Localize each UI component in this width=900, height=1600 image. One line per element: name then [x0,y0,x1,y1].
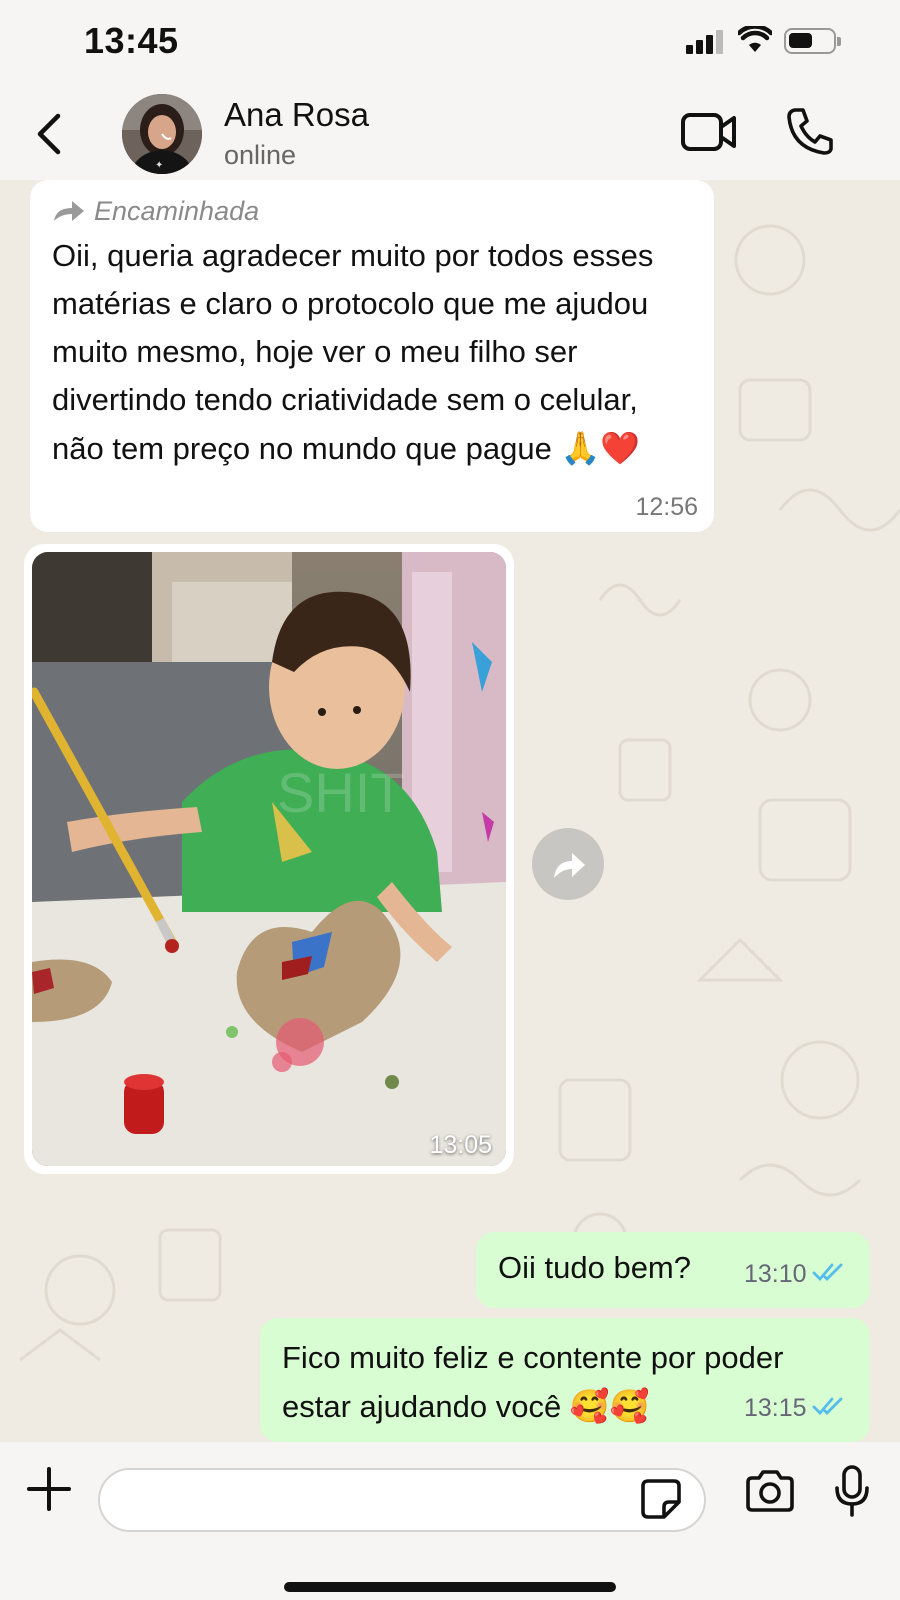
incoming-image-bubble[interactable]: SHIT 13:05 [24,544,514,1174]
svg-text:SHIT: SHIT [277,761,405,824]
message-time: 12:56 [635,493,698,521]
home-indicator [284,1582,616,1592]
read-ticks-icon [812,1263,843,1282]
chat-header: ✦ Ana Rosa online [0,84,900,180]
input-bar [0,1442,900,1600]
chevron-left-icon[interactable] [30,110,70,158]
outgoing-message-bubble[interactable]: Fico muito feliz e contente por poder es… [260,1318,870,1442]
message-text: Oii, queria agradecer muito por todos es… [52,232,692,473]
incoming-message-bubble[interactable]: Encaminhada Oii, queria agradecer muito … [30,180,714,532]
sticker-icon[interactable] [640,1478,682,1520]
forward-icon[interactable] [532,828,604,900]
status-bar: 13:45 [0,0,900,84]
message-time: 13:15 [744,1394,807,1422]
outgoing-message-bubble[interactable]: Oii tudo bem? 13:10 [476,1232,870,1308]
status-time: 13:45 [84,20,179,61]
phone-icon[interactable] [786,106,834,156]
message-body: Fico muito feliz e contente por poder es… [282,1340,784,1424]
message-input[interactable] [98,1468,706,1532]
forward-arrow-icon [54,201,84,221]
read-ticks-icon [812,1397,843,1416]
shared-photo[interactable]: SHIT 13:05 [32,552,506,1166]
forwarded-row: Encaminhada [52,194,692,228]
chat-area[interactable]: Encaminhada Oii, queria agradecer muito … [0,180,900,1442]
signal-icon [686,30,726,54]
image-time: 13:05 [429,1131,492,1159]
contact-name[interactable]: Ana Rosa [224,96,369,134]
wifi-icon [736,24,774,54]
contact-status: online [224,140,297,170]
camera-icon[interactable] [744,1468,796,1514]
avatar[interactable]: ✦ [122,94,202,174]
battery-icon [784,28,841,54]
forwarded-label: Encaminhada [94,195,260,226]
message-text: Oii tudo bem? [498,1250,691,1285]
microphone-icon[interactable] [834,1464,870,1518]
svg-text:✦: ✦ [155,160,163,171]
message-emoji: 🥰🥰 [569,1388,650,1424]
video-camera-icon[interactable] [680,110,738,154]
message-emoji: 🙏❤️ [560,430,641,466]
plus-icon[interactable] [26,1466,72,1512]
message-time: 13:10 [744,1260,807,1288]
